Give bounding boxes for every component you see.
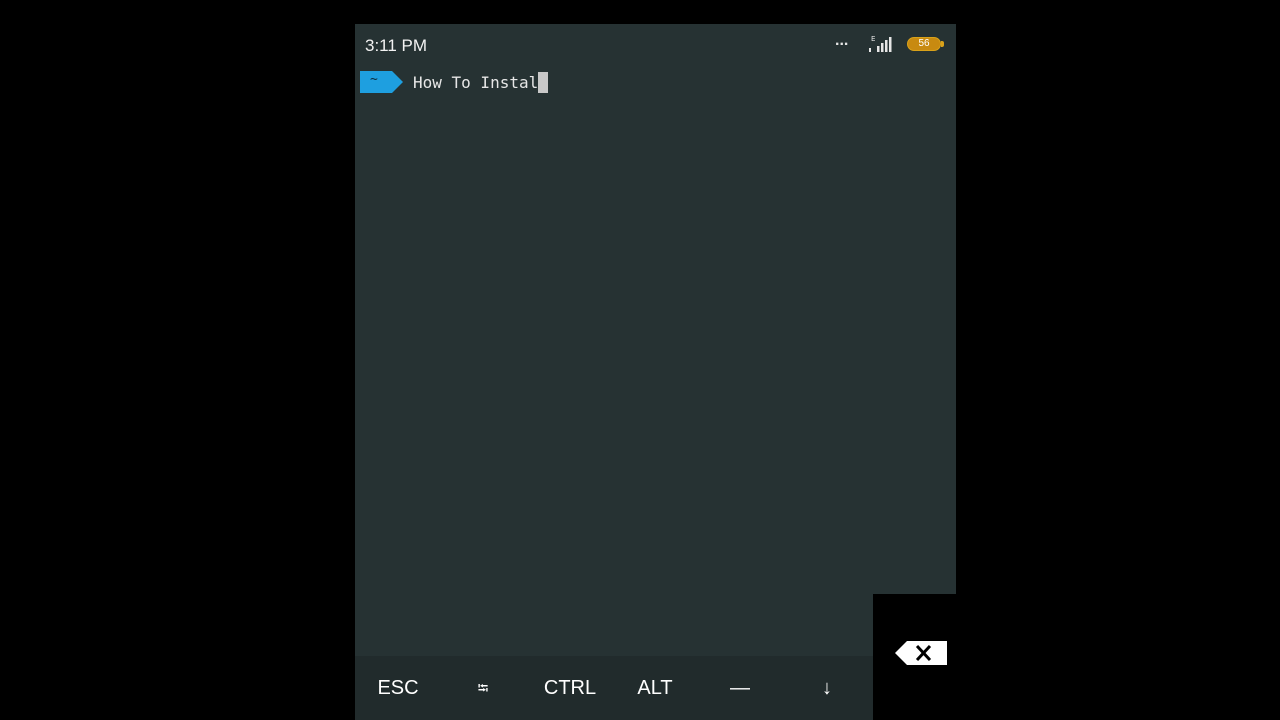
alt-key[interactable]: ALT	[625, 656, 685, 720]
battery-icon: 56	[907, 37, 945, 53]
battery-level: 56	[907, 37, 941, 51]
status-bar: 3:11 PM ... E 56	[355, 24, 956, 66]
terminal-cursor	[538, 71, 549, 93]
status-time: 3:11 PM	[365, 36, 428, 55]
esc-key[interactable]: ESC	[367, 656, 429, 720]
signal-icon: E	[867, 34, 897, 54]
termux-screen: 3:11 PM ... E 56 ~ How To Instal ESC ⭾ C…	[355, 24, 956, 720]
tab-key[interactable]: ⭾	[453, 656, 513, 720]
ctrl-key[interactable]: CTRL	[535, 656, 605, 720]
backspace-icon[interactable]	[895, 640, 949, 666]
prompt-directory: ~	[370, 72, 378, 87]
network-type-label: E	[871, 35, 875, 43]
extra-keys-row: ESC ⭾ CTRL ALT — ↓	[355, 656, 956, 720]
battery-cap	[941, 41, 944, 47]
arrow-down-key[interactable]: ↓	[797, 656, 857, 720]
command-input[interactable]: How To Instal	[413, 73, 538, 92]
prompt-arrow-icon: ~	[360, 71, 404, 93]
keyboard-popup	[873, 594, 956, 720]
dash-key[interactable]: —	[710, 656, 770, 720]
more-notifications-icon: ...	[835, 32, 849, 49]
terminal-prompt-line[interactable]: ~ How To Instal	[360, 70, 549, 94]
